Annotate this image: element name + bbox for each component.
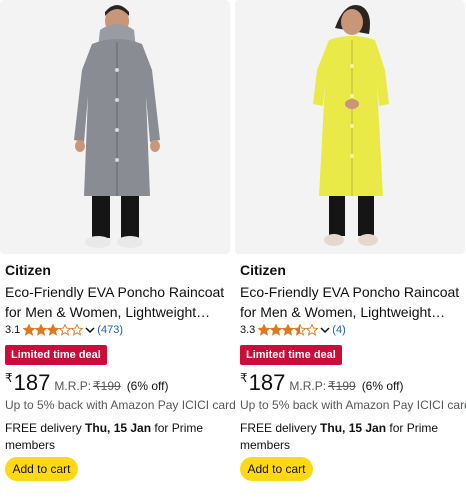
discount-percent: (6% off) [126, 379, 169, 393]
currency-symbol: ₹ [5, 371, 13, 385]
rating-row[interactable]: 3.3 (4) [240, 323, 346, 337]
add-to-cart-button[interactable]: Add to cart [240, 457, 313, 481]
delivery-date: Thu, 15 Jan [85, 421, 152, 435]
product-title[interactable]: Eco-Friendly EVA Poncho Raincoat for Men… [240, 282, 462, 322]
star-icon [282, 324, 295, 336]
star-rating[interactable] [23, 324, 84, 336]
rating-value: 3.3 [240, 324, 256, 336]
rating-row[interactable]: 3.1 (473) [5, 323, 123, 337]
star-icon [71, 324, 84, 336]
cashback-offer: Up to 5% back with Amazon Pay ICICI card [5, 398, 236, 412]
product-card[interactable]: Citizen Eco-Friendly EVA Poncho Raincoat… [0, 0, 236, 500]
add-to-cart-button[interactable]: Add to cart [5, 457, 78, 481]
deal-badge: Limited time deal [240, 345, 342, 365]
deal-badge: Limited time deal [5, 345, 107, 365]
product-title[interactable]: Eco-Friendly EVA Poncho Raincoat for Men… [5, 282, 227, 322]
chevron-down-icon[interactable] [85, 326, 95, 334]
discount-percent: (6% off) [361, 379, 404, 393]
delivery-info: FREE delivery Thu, 15 Jan for Prime memb… [5, 420, 227, 454]
star-icon [306, 324, 319, 336]
product-image[interactable] [235, 0, 465, 254]
mrp-value: ₹199 [93, 379, 121, 393]
cashback-offer: Up to 5% back with Amazon Pay ICICI card [240, 398, 466, 412]
price-row: ₹ 187 M.R.P: ₹199 (6% off) [5, 370, 168, 396]
star-icon [270, 324, 283, 336]
product-card[interactable]: Citizen Eco-Friendly EVA Poncho Raincoat… [235, 0, 466, 500]
delivery-date: Thu, 15 Jan [320, 421, 387, 435]
star-icon [294, 324, 307, 336]
rating-value: 3.1 [5, 324, 21, 336]
product-brand: Citizen [240, 262, 286, 278]
star-rating[interactable] [258, 324, 319, 336]
price-row: ₹ 187 M.R.P: ₹199 (6% off) [240, 370, 403, 396]
delivery-prefix: FREE delivery [240, 421, 321, 435]
star-icon [47, 324, 60, 336]
chevron-down-icon[interactable] [320, 326, 330, 334]
price-value[interactable]: 187 [249, 370, 286, 396]
mrp-label: M.R.P: [289, 379, 327, 393]
star-icon [35, 324, 48, 336]
star-icon [59, 324, 72, 336]
product-brand: Citizen [5, 262, 51, 278]
delivery-prefix: FREE delivery [5, 421, 86, 435]
star-icon [258, 324, 271, 336]
currency-symbol: ₹ [240, 371, 248, 385]
product-image[interactable] [0, 0, 230, 254]
mrp-value: ₹199 [328, 379, 356, 393]
star-icon [23, 324, 36, 336]
mrp-label: M.R.P: [54, 379, 92, 393]
delivery-info: FREE delivery Thu, 15 Jan for Prime memb… [240, 420, 462, 454]
review-count-link[interactable]: (473) [97, 324, 123, 336]
review-count-link[interactable]: (4) [332, 324, 345, 336]
price-value[interactable]: 187 [14, 370, 51, 396]
